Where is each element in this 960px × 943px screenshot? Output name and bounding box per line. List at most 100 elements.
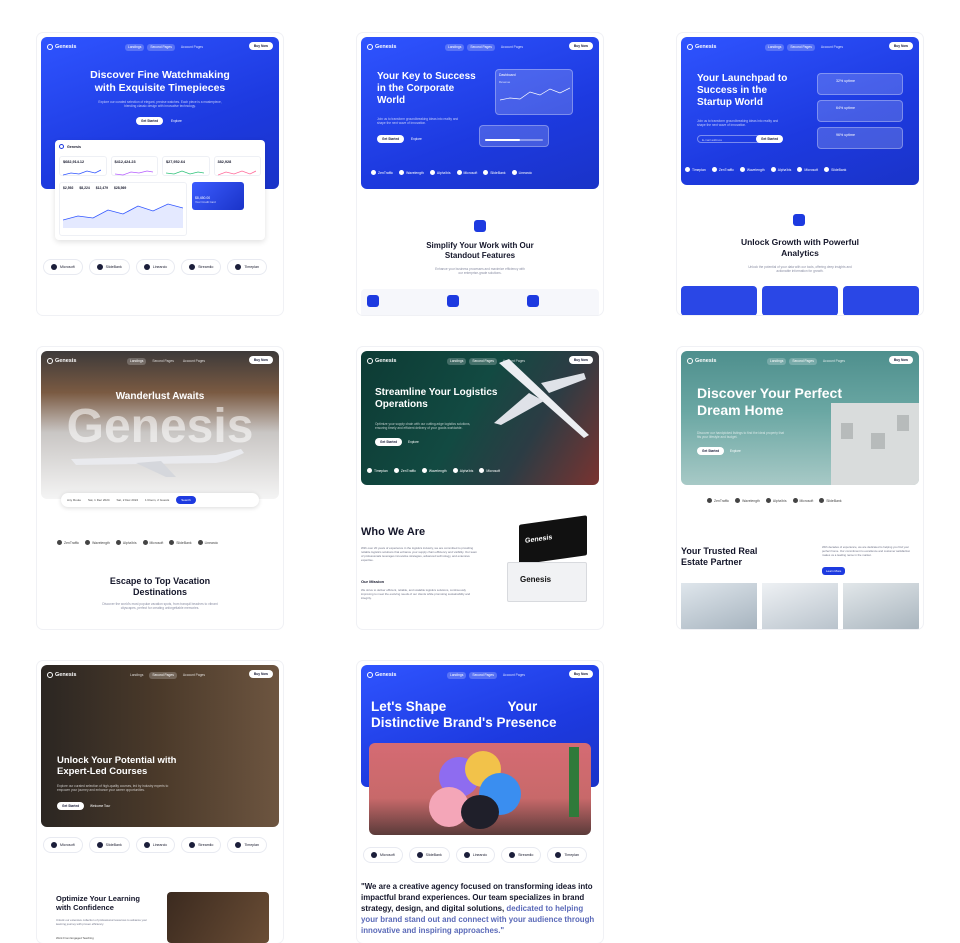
- container-image: Genesis: [507, 562, 587, 602]
- credit-card[interactable]: $8,450.00 Your Credit Card: [192, 182, 244, 210]
- client-logo: Linearcic: [135, 259, 176, 275]
- hero-subtitle: Optimize your supply chain with our cutt…: [375, 422, 471, 431]
- hero-title: Your Launchpad to Success in the Startup…: [697, 73, 788, 108]
- logo[interactable]: Genesis: [47, 44, 76, 50]
- get-started-button[interactable]: Get Started: [136, 117, 164, 125]
- line-chart: [499, 87, 571, 101]
- logo-strip: ZenTraffic Wavelength Alpha'bis Microsof…: [371, 170, 532, 175]
- buy-now-button[interactable]: Buy Now: [568, 670, 593, 678]
- nav-landings[interactable]: Landings: [127, 357, 147, 365]
- section-title: Simplify Your Work with Our Standout Fea…: [426, 241, 534, 260]
- hero-subtitle: Discover our handpicked listings to find…: [697, 431, 784, 440]
- stat-value: 382,928: [217, 160, 232, 164]
- feature-row: [361, 289, 599, 315]
- hero-image: Genesis Landings Second Pages Account Page…: [681, 351, 919, 485]
- client-logo: Streamlio: [181, 837, 222, 853]
- logo[interactable]: Genesis: [367, 358, 396, 364]
- buy-now-button[interactable]: Buy Now: [248, 356, 273, 364]
- stat-value: $28,569: [114, 186, 127, 190]
- get-started-button[interactable]: Get Started: [375, 438, 403, 446]
- nav-landings[interactable]: Landings: [125, 43, 145, 51]
- buy-now-button[interactable]: Buy Now: [888, 356, 913, 364]
- nav-account-pages[interactable]: Account Pages: [180, 358, 208, 365]
- hero-section: Genesis Landings Second Pages Account Page…: [361, 37, 599, 189]
- nav-landings[interactable]: Landings: [445, 43, 465, 51]
- explore-button[interactable]: Explore: [405, 438, 422, 446]
- top-nav: Genesis Landings Second Pages Account Page…: [47, 670, 273, 680]
- template-card-realestate[interactable]: Genesis Landings Second Pages Account Page…: [677, 347, 923, 629]
- nav-second-pages[interactable]: Second Pages: [149, 358, 176, 365]
- logo[interactable]: Genesis: [367, 672, 396, 678]
- nav-second-pages[interactable]: Second Pages: [469, 671, 497, 679]
- client-logo: SlideBank: [88, 259, 130, 275]
- learn-more-button[interactable]: Learn More: [822, 567, 846, 575]
- nav-second-pages[interactable]: Second Pages: [787, 43, 815, 51]
- hero-title: Streamline Your Logistics Operations: [375, 387, 498, 410]
- nav-landings[interactable]: Landings: [767, 357, 787, 365]
- template-card-watchmaking[interactable]: Genesis Landings Second Pages Account Page…: [37, 33, 283, 315]
- logo[interactable]: Genesis: [687, 358, 716, 364]
- buy-now-button[interactable]: Buy Now: [248, 42, 273, 50]
- nav-landings[interactable]: Landings: [765, 43, 785, 51]
- explore-button[interactable]: Explore: [168, 117, 185, 125]
- client-logo: Microsoft: [43, 259, 83, 275]
- nav-account-pages[interactable]: Account Pages: [180, 672, 208, 679]
- stat-value: $27,952.64: [166, 160, 186, 164]
- template-card-logistics[interactable]: Genesis Landings Second Pages Account Page…: [357, 347, 603, 629]
- feature-icon: [474, 220, 486, 232]
- get-started-button[interactable]: Get Started: [756, 135, 784, 143]
- nav-landings[interactable]: Landings: [447, 357, 467, 365]
- abstract-3d-image: [369, 743, 591, 835]
- logo[interactable]: Genesis: [47, 672, 76, 678]
- checkout-field[interactable]: Sat, 2 Dec 2024: [117, 498, 139, 502]
- template-card-agency[interactable]: Genesis Landings Second Pages Account Page…: [357, 661, 603, 943]
- nav-account-pages[interactable]: Account Pages: [178, 44, 206, 51]
- logo[interactable]: Genesis: [687, 44, 716, 50]
- template-card-corporate[interactable]: Genesis Landings Second Pages Account Page…: [357, 33, 603, 315]
- explore-button[interactable]: Explore: [727, 447, 744, 455]
- section-subtitle: Discover the world's most popular vacati…: [102, 602, 218, 611]
- buy-now-button[interactable]: Buy Now: [248, 670, 273, 678]
- from-field[interactable]: Any Route: [67, 498, 81, 502]
- airplane-image: [494, 359, 589, 438]
- buy-now-button[interactable]: Buy Now: [888, 42, 913, 50]
- logo[interactable]: Genesis: [47, 358, 76, 364]
- nav-account-pages[interactable]: Account Pages: [820, 358, 848, 365]
- nav-account-pages[interactable]: Account Pages: [818, 44, 846, 51]
- get-started-button[interactable]: Get Started: [377, 135, 405, 143]
- nav-landings[interactable]: Landings: [447, 671, 467, 679]
- search-button[interactable]: Search: [176, 496, 196, 504]
- buy-now-button[interactable]: Buy Now: [568, 42, 593, 50]
- get-started-button[interactable]: Get Started: [57, 802, 85, 810]
- nav-second-pages[interactable]: Second Pages: [789, 357, 817, 365]
- template-card-courses[interactable]: Genesis Landings Second Pages Account Page…: [37, 661, 283, 943]
- guests-field[interactable]: 1 Room, 2 Guests: [145, 498, 169, 502]
- client-logo: Microsoft: [363, 847, 403, 863]
- template-card-travel[interactable]: Genesis Landings Second Pages Account Page…: [37, 347, 283, 629]
- hero-title: Discover Fine Watchmaking with Exquisite…: [90, 69, 230, 94]
- nav-second-pages[interactable]: Second Pages: [467, 43, 495, 51]
- nav-account-pages[interactable]: Account Pages: [500, 672, 528, 679]
- template-card-startup[interactable]: Genesis Landings Second Pages Account Page…: [677, 33, 923, 315]
- analytics-card: [762, 286, 838, 315]
- feature-icon: [793, 214, 805, 226]
- nav-account-pages[interactable]: Account Pages: [498, 44, 526, 51]
- nav-second-pages[interactable]: Second Pages: [149, 671, 177, 679]
- feature-icon: [527, 295, 539, 307]
- mission-text: We strive to deliver efficient, reliable…: [361, 588, 471, 601]
- logo-icon: [47, 672, 53, 678]
- hero-subtitle: Explore our curated selection of elegant…: [98, 100, 222, 109]
- area-chart: [62, 203, 184, 228]
- welcome-tour-button[interactable]: Welcome Tour: [87, 802, 113, 810]
- explore-button[interactable]: Explore: [408, 135, 425, 143]
- feature-icon: [447, 295, 459, 307]
- student-image: [167, 892, 269, 943]
- get-started-button[interactable]: Get Started: [697, 447, 725, 455]
- hero-subtitle: Explore our curated selection of high-qu…: [57, 784, 169, 793]
- nav-second-pages[interactable]: Second Pages: [147, 43, 175, 51]
- logo[interactable]: Genesis: [367, 44, 396, 50]
- section-title: Unlock Growth with Powerful Analytics: [740, 237, 860, 258]
- booking-bar: Any Route Sat, 1 Dec 2024 Sat, 2 Dec 202…: [61, 493, 259, 507]
- checkin-field[interactable]: Sat, 1 Dec 2024: [88, 498, 110, 502]
- nav-landings[interactable]: Landings: [127, 672, 146, 679]
